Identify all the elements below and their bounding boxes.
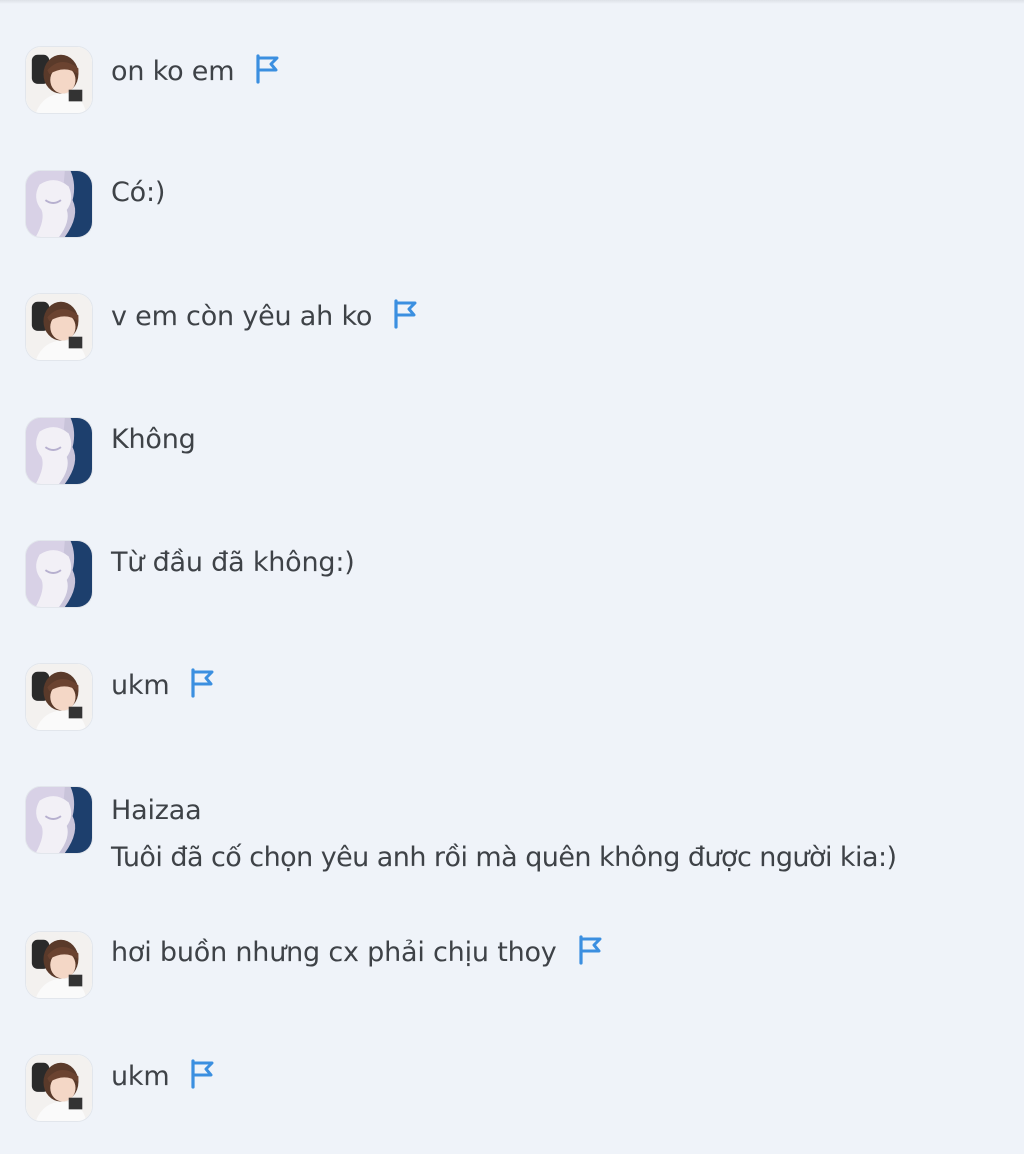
user-avatar[interactable]	[25, 931, 93, 999]
user-avatar[interactable]	[25, 540, 93, 608]
message-text: hơi buồn nhưng cx phải chịu thoy	[111, 937, 557, 968]
flag-icon[interactable]	[392, 298, 418, 329]
user-avatar[interactable]	[25, 663, 93, 731]
user-avatar[interactable]	[25, 170, 93, 238]
message-text: Không	[111, 424, 196, 455]
message-text: v em còn yêu ah ko	[111, 301, 373, 332]
user-avatar[interactable]	[25, 417, 93, 485]
message-text: on ko em	[111, 56, 235, 87]
message-text: Haizaa	[111, 795, 202, 826]
message-text: Từ đầu đã không:)	[111, 547, 355, 578]
message-text: Có:)	[111, 177, 166, 208]
message-text: ukm	[111, 1061, 170, 1092]
message-text: Tuôi đã cố chọn yêu anh rồi mà quên khôn…	[111, 842, 897, 873]
chat-message-list: on ko em Có:) v em còn yêu ah ko Không T…	[0, 0, 1024, 1154]
user-avatar[interactable]	[25, 293, 93, 361]
flag-icon[interactable]	[254, 53, 280, 84]
message-text: ukm	[111, 670, 170, 701]
flag-icon[interactable]	[189, 1058, 215, 1089]
flag-icon[interactable]	[189, 667, 215, 698]
user-avatar[interactable]	[25, 1054, 93, 1122]
flag-icon[interactable]	[577, 934, 603, 965]
user-avatar[interactable]	[25, 786, 93, 854]
user-avatar[interactable]	[25, 46, 93, 114]
